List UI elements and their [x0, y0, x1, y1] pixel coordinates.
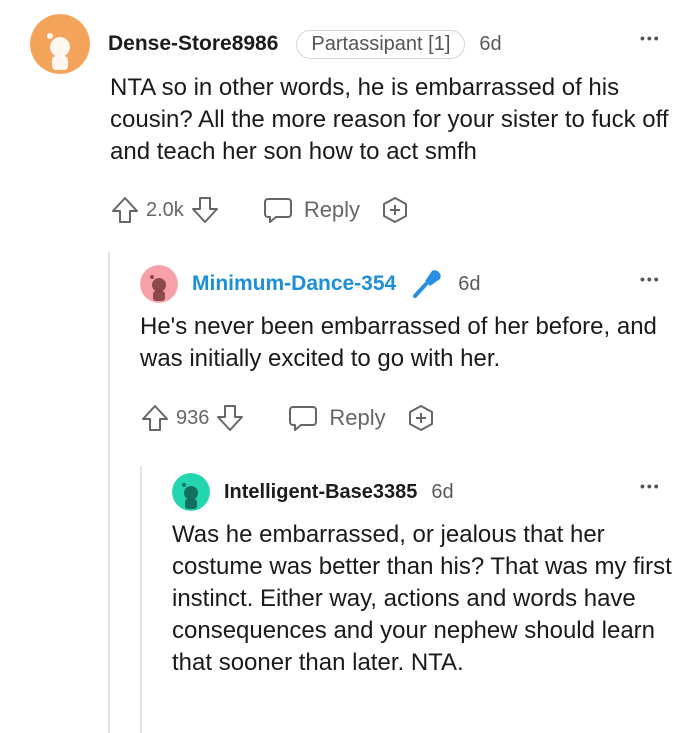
thread-line[interactable] — [140, 466, 142, 733]
vote-score: 2.0k — [146, 198, 184, 221]
comment-age: 6d — [479, 32, 502, 55]
comment-header: Intelligent-Base3385 6d — [172, 473, 454, 511]
more-options-icon[interactable]: ••• — [640, 271, 661, 287]
comment-actions: 2.0k Reply — [110, 194, 410, 226]
reply-label: Reply — [303, 197, 361, 222]
more-options-icon[interactable]: ••• — [640, 30, 661, 46]
vote-score: 936 — [176, 406, 210, 429]
downvote-icon[interactable] — [215, 403, 245, 433]
comment-body: Was he embarrassed, or jealous that her … — [172, 521, 672, 676]
comment-header: Minimum-Dance-354 6d — [140, 265, 480, 303]
comment-age: 6d — [431, 480, 454, 503]
comment-body: He's never been embarrassed of her befor… — [140, 313, 657, 372]
reply-icon — [263, 198, 292, 223]
username[interactable]: Minimum-Dance-354 — [192, 272, 396, 296]
reply-button[interactable]: Reply — [287, 403, 386, 433]
thread-line[interactable] — [108, 252, 110, 733]
username[interactable]: Intelligent-Base3385 — [224, 481, 417, 504]
comment-body: NTA so in other words, he is embarrassed… — [110, 74, 669, 165]
avatar[interactable] — [172, 473, 210, 511]
more-options-icon[interactable]: ••• — [640, 478, 661, 494]
avatar[interactable] — [30, 14, 90, 74]
comment-age: 6d — [458, 272, 481, 295]
reply-icon — [289, 406, 318, 431]
microphone-icon — [413, 270, 441, 298]
user-flair: Partassipant [1] — [296, 29, 466, 59]
username[interactable]: Dense-Store8986 — [108, 32, 278, 56]
comment-actions: 936 Reply — [140, 402, 436, 434]
upvote-icon[interactable] — [140, 403, 170, 433]
downvote-icon[interactable] — [190, 195, 220, 225]
award-icon[interactable] — [406, 403, 436, 433]
reply-label: Reply — [329, 405, 386, 430]
upvote-icon[interactable] — [110, 195, 140, 225]
reply-button[interactable]: Reply — [262, 195, 360, 225]
avatar[interactable] — [140, 265, 178, 303]
award-icon[interactable] — [380, 195, 410, 225]
comment-header: Dense-Store8986 Partassipant [1] 6d — [30, 14, 502, 74]
